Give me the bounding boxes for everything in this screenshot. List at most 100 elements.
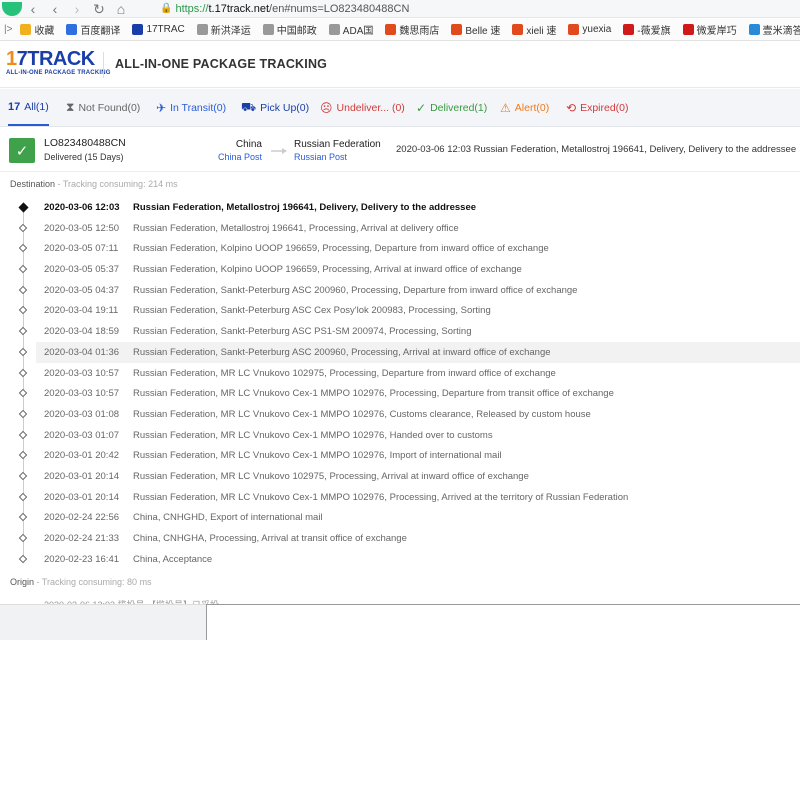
hourglass-icon: ⧗ — [66, 100, 75, 114]
event-description: Russian Federation, Sankt-Peterburg ASC … — [133, 284, 578, 296]
tab-all-label: All(1) — [24, 100, 49, 113]
bookmark-item[interactable]: yuexia — [568, 24, 611, 35]
event-description: Russian Federation, MR LC Vnukovo 102975… — [133, 470, 529, 482]
timeline-node-icon — [18, 409, 28, 419]
page-icon — [262, 24, 274, 35]
bottom-popup-box — [206, 604, 800, 640]
destination-carrier-link[interactable]: Russian Post — [294, 152, 347, 162]
event-description: Russian Federation, MR LC Vnukovo Cex-1 … — [133, 429, 493, 441]
timeline-event-row: 2020-03-03 01:08 Russian Federation, MR L… — [0, 404, 800, 425]
event-description: Russian Federation, Metallostroj 196641,… — [133, 222, 459, 234]
back-icon[interactable]: ‹ — [44, 0, 66, 18]
address-bar[interactable]: 🔒 https://t.17track.net/en#nums=LO823480… — [160, 1, 409, 17]
app-icon — [748, 24, 760, 35]
event-description: Russian Federation, Kolpino UOOP 196659,… — [133, 243, 549, 255]
17track-logo[interactable]: 17TRACK ALL-IN-ONE PACKAGE TRACKING — [6, 48, 111, 76]
bookmark-label: 17TRAC — [146, 24, 185, 35]
tab-not-found[interactable]: ⧗ Not Found(0) — [66, 89, 140, 126]
taobao-icon — [512, 24, 524, 35]
bookmark-item[interactable]: 百度翻译 — [66, 22, 120, 37]
home-icon[interactable]: ⌂ — [110, 0, 132, 18]
timeline-event-row: 2020-03-05 12:50 Russian Federation, Meta… — [0, 218, 800, 239]
refresh-icon[interactable]: ↻ — [88, 0, 110, 18]
event-time: 2020-03-04 01:36 — [44, 346, 120, 358]
tracking-number[interactable]: LO823480488CN — [44, 137, 126, 149]
status-tabs: 17 All(1) ⧗ Not Found(0) ✈ In Transit(0)… — [0, 89, 800, 127]
event-time: 2020-02-23 16:41 — [44, 553, 120, 565]
bookmark-item[interactable]: -薇爱旗 — [623, 22, 671, 37]
tab-alert-label: Alert(0) — [514, 101, 550, 114]
taobao-icon — [385, 24, 397, 35]
destination-events-list: 2020-03-06 12:03 Russian Federation, Meta… — [0, 197, 800, 569]
timeline-node-icon — [18, 264, 28, 274]
event-time: 2020-03-05 05:37 — [44, 264, 120, 276]
lock-icon: 🔒 — [160, 3, 173, 14]
timeline-node-icon — [18, 347, 28, 357]
translate-icon — [66, 24, 78, 35]
bookmark-item[interactable]: xieli 速 — [512, 22, 556, 37]
tab-all[interactable]: 17 All(1) — [8, 89, 49, 126]
timeline-node-icon — [18, 430, 28, 439]
timeline-node-icon — [18, 533, 28, 543]
timeline-event-row: 2020-03-01 20:14 Russian Federation, MR L… — [0, 487, 800, 508]
timeline-node-icon — [18, 554, 28, 563]
package-summary-row[interactable]: ✓ LO823480488CN Delivered (15 Days) Chin… — [0, 128, 800, 172]
menu-icon[interactable]: ‹ — [22, 0, 44, 18]
tab-alert[interactable]: ⚠ Alert(0) — [500, 89, 549, 126]
tab-undelivered[interactable]: ☹ Undeliver... (0) — [320, 89, 405, 126]
route-arrow-icon — [271, 148, 287, 154]
17track-icon — [132, 24, 144, 35]
bookmark-item[interactable]: 新洪泽运 — [196, 22, 251, 37]
timeline-node-icon — [18, 223, 28, 232]
event-time: 2020-03-03 10:57 — [44, 388, 120, 400]
event-time: 2020-03-01 20:14 — [44, 491, 120, 503]
timeline-event-row: 2020-03-04 18:59 Russian Federation, Sank… — [0, 321, 800, 342]
bookmark-item[interactable]: 微爱岸巧 — [682, 22, 737, 37]
timeline-event-row: 2020-03-05 05:37 Russian Federation, Kolp… — [0, 259, 800, 280]
origin-country: China — [235, 139, 262, 150]
package-status: Delivered (15 Days) — [44, 152, 124, 162]
bookmark-item[interactable]: 收藏 — [20, 22, 54, 37]
timeline-node-icon — [18, 368, 28, 377]
event-description: China, CNHGHA, Processing, Arrival at tr… — [133, 533, 407, 544]
event-time: 2020-03-03 01:08 — [44, 408, 120, 420]
event-time: 2020-03-06 12:03 — [44, 202, 120, 213]
event-description: Russian Federation, MR LC Vnukovo Cex-1 … — [133, 408, 591, 420]
tab-pick-up[interactable]: ⛟ Pick Up(0) — [241, 89, 309, 126]
bookmarks-list: 收藏 百度翻译 17TRAC 新洪泽运 中国邮政 ADA国 魏思雨店 Belle 速 xieli… — [20, 22, 800, 37]
tab-in-transit[interactable]: ✈ In Transit(0) — [156, 89, 226, 126]
alert-icon: ⚠ — [500, 100, 511, 115]
event-time: 2020-03-05 12:50 — [44, 222, 120, 234]
bookmark-item[interactable]: 17TRAC — [132, 24, 185, 35]
logo-tagline: ALL-IN-ONE PACKAGE TRACKING — [6, 70, 111, 76]
bookmark-label: xieli 速 — [526, 26, 557, 37]
timeline-event-row: 2020-03-04 19:11 Russian Federation, Sank… — [0, 300, 800, 321]
url-path: /en#nums=LO823480488CN — [269, 2, 410, 15]
url-domain: t.17track.net — [208, 2, 270, 15]
bookmark-item[interactable]: 魏思雨店 — [385, 22, 439, 37]
bookmarks-bar: |> 收藏 百度翻译 17TRAC 新洪泽运 中国邮政 ADA国 魏思雨店 Belle 速 xi… — [0, 19, 800, 41]
timeline-node-icon — [18, 285, 28, 294]
forward-icon[interactable]: › — [66, 0, 88, 18]
bookmark-item[interactable]: Belle 速 — [451, 22, 500, 37]
event-description: Russian Federation, Sankt-Peterburg ASC … — [133, 346, 551, 358]
bookmark-label: ADA国 — [342, 26, 374, 37]
browser-address-row: ‹ ‹ › ↻ ⌂ 🔒 https://t.17track.net/en#num… — [0, 0, 800, 18]
bookmark-item[interactable]: 壹米滴答 — [748, 22, 800, 37]
origin-carrier-link[interactable]: China Post — [196, 152, 262, 162]
timeline-event-row: 2020-03-06 12:03 Russian Federation, Meta… — [0, 197, 800, 218]
event-description: China, CNHGHD, Export of international m… — [133, 512, 323, 524]
tmall-icon — [682, 24, 694, 35]
latest-event: 2020-03-06 12:03 Russian Federation, Met… — [396, 144, 797, 155]
event-time: 2020-03-04 19:11 — [44, 305, 119, 317]
origin-consuming: - Tracking consuming: 80 ms — [34, 577, 152, 587]
tmall-icon — [623, 24, 635, 35]
bookmark-item[interactable]: 中国邮政 — [262, 22, 317, 37]
event-time: 2020-02-24 22:56 — [44, 512, 120, 524]
tab-expired[interactable]: ⟲ Expired(0) — [566, 89, 629, 126]
taobao-icon — [568, 24, 580, 35]
bookmarks-toggle-icon[interactable]: |> — [4, 24, 12, 35]
timeline-event-row: 2020-03-05 04:37 Russian Federation, Sank… — [0, 280, 800, 301]
tab-delivered[interactable]: ✓ Delivered(1) — [416, 89, 487, 126]
bookmark-item[interactable]: ADA国 — [328, 22, 374, 37]
